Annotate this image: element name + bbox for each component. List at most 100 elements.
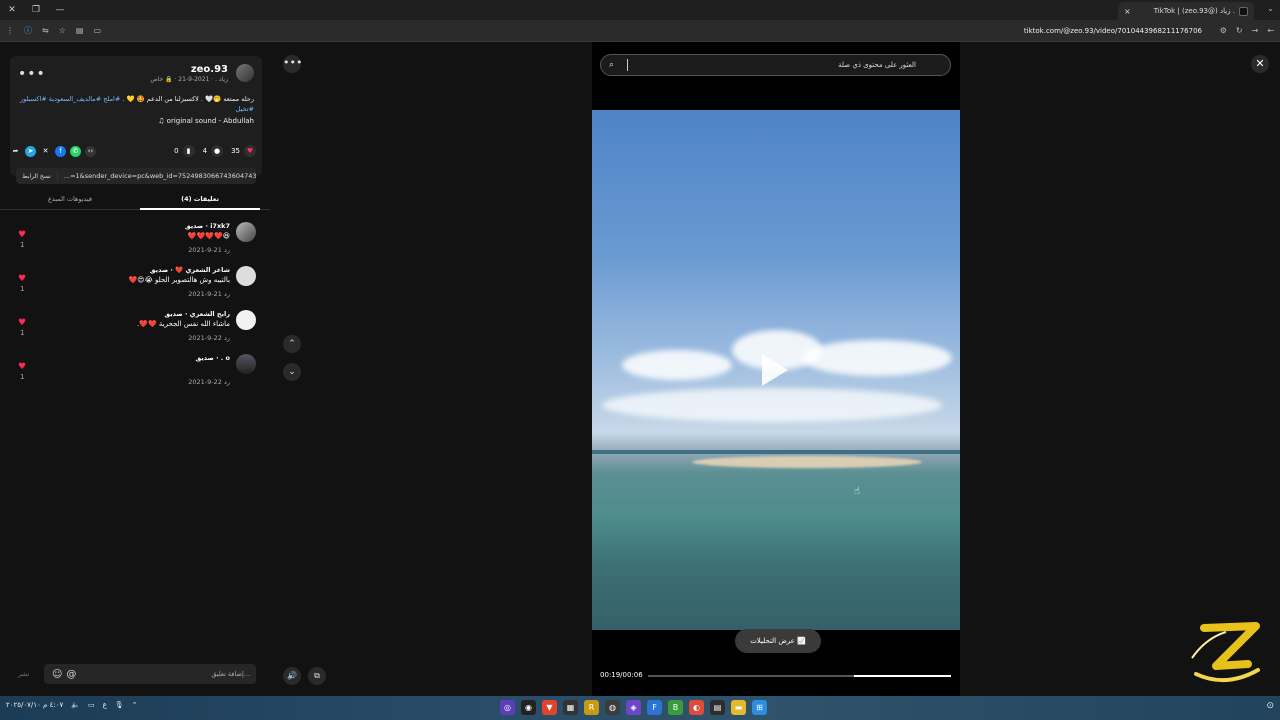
likes-stat[interactable]: 35 ♥ — [231, 145, 256, 157]
like-heart-icon[interactable]: ♥ — [18, 362, 26, 372]
tune-icon[interactable]: ⚙ — [1220, 26, 1227, 35]
play-icon[interactable] — [762, 354, 788, 386]
commenter-avatar[interactable] — [236, 222, 256, 242]
app-icon[interactable]: ◎ — [500, 700, 515, 715]
video-frame[interactable]: ☝ — [592, 110, 960, 630]
facebook-icon[interactable]: f — [55, 145, 66, 157]
like-heart-icon[interactable]: ♥ — [18, 230, 26, 240]
commenter-avatar[interactable] — [236, 310, 256, 330]
tray-chevron-icon[interactable]: ⌃ — [132, 701, 138, 709]
comments-stat[interactable]: 4 ● — [203, 145, 224, 157]
share-icon[interactable]: ➦ — [10, 146, 21, 157]
post-comment-button[interactable]: نشر — [18, 670, 29, 678]
comment-date[interactable]: 2021-9-22 رد — [188, 334, 230, 342]
previous-video-icon[interactable]: ⌃ — [283, 335, 301, 353]
saves-count: 0 — [174, 147, 179, 155]
progress-bar[interactable] — [648, 675, 951, 677]
embed-icon[interactable]: ‹› — [85, 145, 96, 157]
network-tray-icon[interactable]: ▭ — [88, 701, 95, 709]
commenter-name[interactable]: رابح الشعري · صديق — [164, 310, 230, 318]
saves-stat[interactable]: 0 ▮ — [174, 145, 195, 157]
commenter-name[interactable]: o . · صديق — [195, 354, 230, 362]
comment-like-count: 1 — [20, 373, 25, 381]
sound-link[interactable]: ♫ original sound - Abdullah — [158, 117, 254, 125]
app-icon[interactable]: ◍ — [605, 700, 620, 715]
comment-like-count: 1 — [20, 329, 25, 337]
commenter-avatar[interactable] — [236, 354, 256, 374]
next-video-icon[interactable]: ⌄ — [283, 363, 301, 381]
extensions-icon[interactable]: ⇋ — [42, 26, 49, 35]
comment-date[interactable]: 2021-9-21 رد — [188, 246, 230, 254]
like-heart-icon[interactable]: ♥ — [18, 274, 26, 284]
search-bar[interactable]: ⌕ العثور على محتوى ذي صلة — [600, 54, 951, 76]
heart-icon[interactable]: ♥ — [244, 145, 256, 157]
stats: 0 ▮ 4 ● 35 ♥ — [174, 145, 256, 157]
calendar-icon[interactable]: ▤ — [710, 700, 725, 715]
comment-date[interactable]: 2021-9-22 رد — [188, 378, 230, 386]
app-icon[interactable]: R — [584, 700, 599, 715]
volume-icon[interactable]: 🔊 — [283, 667, 301, 685]
copilot-icon[interactable]: ⊙ — [1266, 701, 1274, 711]
bookmark-icon[interactable]: ▮ — [182, 145, 195, 157]
clock[interactable]: ٤:٠٧ م ٢٠٢٥/٠٧/١٠ — [6, 701, 63, 709]
link-value[interactable]: ...=1&sender_device=pc&web_id=7524983066… — [58, 172, 256, 180]
picture-in-picture-icon[interactable]: ⧉ — [308, 667, 326, 685]
app-icon[interactable]: ▦ — [563, 700, 578, 715]
commenter-name[interactable]: i7xk7 · صديق — [185, 222, 230, 230]
chrome-icon[interactable]: ◐ — [689, 700, 704, 715]
close-window-icon[interactable]: ✕ — [0, 5, 24, 15]
view-analytics-button[interactable]: عرض التحليلات 📈 — [735, 629, 821, 653]
browser-tab[interactable]: × TikTok | (zeo.93@) زياد . — [1118, 2, 1254, 20]
more-menu-icon[interactable]: ••• — [283, 55, 302, 73]
comment-input[interactable]: ☺@ إضافة تعليق... — [44, 664, 256, 684]
commenter-avatar[interactable] — [236, 266, 256, 286]
close-tab-icon[interactable]: × — [1124, 7, 1131, 16]
tab-comments[interactable]: (4) تعليقات — [140, 195, 260, 210]
author-avatar[interactable] — [236, 64, 254, 82]
whatsapp-icon[interactable]: ✆ — [70, 145, 81, 157]
forward-icon[interactable]: → — [1252, 26, 1259, 35]
reload-icon[interactable]: ↻ — [1236, 26, 1243, 35]
windows-start-icon[interactable]: ⊞ — [752, 700, 767, 715]
url-field[interactable]: tiktok.com/@zeo.93/video/701044396821117… — [1024, 27, 1202, 35]
comment-date[interactable]: 2021-9-21 رد — [188, 290, 230, 298]
app-icon[interactable]: B — [668, 700, 683, 715]
brave-icon[interactable]: ▼ — [542, 700, 557, 715]
comment-icon[interactable]: ● — [211, 145, 224, 157]
video-time: 00:19/00:06 — [600, 671, 643, 679]
tab-creator-videos[interactable]: فيديوهات المبدع — [10, 195, 130, 203]
more-options-icon[interactable]: ••• — [18, 66, 46, 82]
file-explorer-icon[interactable]: ▬ — [731, 700, 746, 715]
reader-icon[interactable]: ▤ — [76, 26, 84, 35]
close-icon[interactable]: ✕ — [1251, 55, 1269, 73]
x-icon[interactable]: ✕ — [40, 146, 51, 157]
emoji-mention-icons[interactable]: ☺@ — [52, 669, 80, 680]
post-meta: زياد . · 2021-9-21 · 🔒 خاص — [150, 76, 228, 83]
minimize-window-icon[interactable]: — — [48, 5, 72, 15]
mic-tray-icon[interactable]: 🎙 — [115, 701, 124, 709]
volume-tray-icon[interactable]: 🔈 — [71, 701, 80, 709]
back-icon[interactable]: ← — [1267, 26, 1274, 35]
like-heart-icon[interactable]: ♥ — [18, 318, 26, 328]
info-icon[interactable]: ⓘ — [24, 25, 32, 36]
bookmark-star-icon[interactable]: ☆ — [59, 26, 66, 35]
restore-window-icon[interactable]: ❐ — [24, 5, 48, 15]
menu-dots-icon[interactable]: ⋮ — [6, 26, 14, 35]
app-icon[interactable]: ◉ — [521, 700, 536, 715]
search-icon[interactable]: ⌕ — [609, 60, 614, 70]
caption-text: رحله ممتعه 🤭🤍 . لاكسبزلنا من الدعم 🤩 💛 . — [120, 95, 254, 103]
commenter-name[interactable]: شاعر الشعري ❤️ · صديق — [150, 266, 230, 274]
telegram-icon[interactable]: ➤ — [25, 145, 36, 157]
horizon — [592, 450, 960, 454]
app-icon[interactable]: ◈ — [626, 700, 641, 715]
author-username[interactable]: zeo.93 — [191, 64, 228, 75]
address-bar: ⋮ ⓘ ⇋ ☆ ▤ ▭ tiktok.com/@zeo.93/video/701… — [0, 20, 1280, 42]
tab-title: TikTok | (zeo.93@) زياد . — [1153, 7, 1235, 15]
install-icon[interactable]: ▭ — [93, 26, 101, 35]
video-player: ⌕ العثور على محتوى ذي صلة ☝ عرض التحليلا… — [592, 42, 960, 696]
copy-link-button[interactable]: نسخ الرابط — [16, 172, 58, 180]
search-input[interactable]: العثور على محتوى ذي صلة — [838, 61, 916, 69]
app-icon[interactable]: F — [647, 700, 662, 715]
tab-search-icon[interactable]: ⌄ — [1267, 4, 1274, 13]
language-indicator[interactable]: ع — [103, 701, 107, 709]
